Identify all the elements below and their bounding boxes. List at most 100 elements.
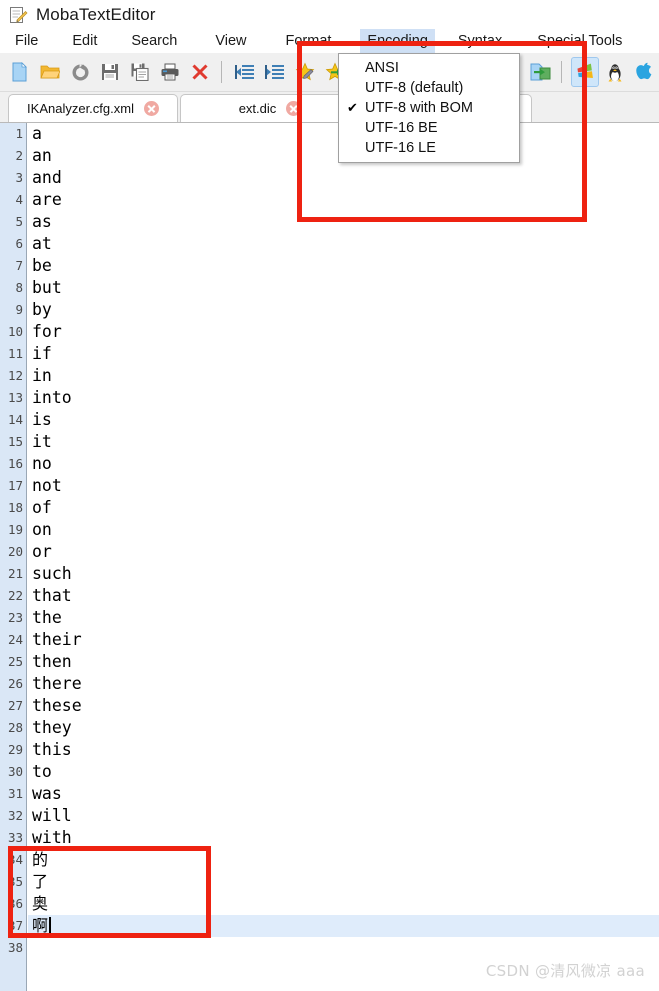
line-text: on [32, 520, 52, 539]
line-number: 28 [7, 720, 23, 735]
editor-line[interactable]: 18 of [8, 497, 659, 519]
encoding-option-ansi[interactable]: ANSI [339, 58, 519, 78]
encoding-option-utf-16-le[interactable]: UTF-16 LE [339, 138, 519, 158]
editor-line[interactable]: 29 this [8, 739, 659, 761]
encoding-option-utf-8-default[interactable]: UTF-8 (default) [339, 78, 519, 98]
editor-line[interactable]: 19 on [8, 519, 659, 541]
line-text: a [32, 124, 42, 143]
line-text: an [32, 146, 52, 165]
editor-line[interactable]: 31 was [8, 783, 659, 805]
line-number: 19 [7, 522, 23, 537]
close-icon[interactable] [143, 101, 159, 116]
menu-format[interactable]: Format [279, 29, 339, 53]
editor-line[interactable]: 14 is [8, 409, 659, 431]
line-text: be [32, 256, 52, 275]
editor-line[interactable]: 38 [8, 937, 659, 959]
text-editor[interactable]: 1 a 2 an 3 and 4 are 5 as 6 at 7 be 8 but 9 by 10 for 11 if 12… [0, 122, 659, 991]
editor-line[interactable]: 21 such [8, 563, 659, 585]
editor-line[interactable]: 8 but [15, 277, 659, 299]
line-text: this [32, 740, 72, 759]
line-text: their [32, 630, 82, 649]
line-text: these [32, 696, 82, 715]
editor-line[interactable]: 7 be [15, 255, 659, 277]
editor-line[interactable]: 11 if [8, 343, 659, 365]
menu-syntax[interactable]: Syntax [451, 29, 509, 53]
editor-line[interactable]: 5 as [15, 211, 659, 233]
line-number: 24 [7, 632, 23, 647]
line-number: 2 [15, 148, 23, 163]
line-text: are [32, 190, 62, 209]
editor-line[interactable]: 37 啊 [8, 915, 659, 937]
tab-ikanalyzer-cfg-xml[interactable]: IKAnalyzer.cfg.xml [8, 94, 178, 122]
editor-line[interactable]: 20 or [8, 541, 659, 563]
close-x-icon[interactable] [186, 57, 214, 87]
tab-label: IKAnalyzer.cfg.xml [27, 101, 134, 116]
menu-edit[interactable]: Edit [65, 29, 104, 53]
new-file-icon[interactable] [6, 57, 34, 87]
menu-encoding[interactable]: Encoding [360, 29, 435, 53]
line-text: no [32, 454, 52, 473]
editor-line[interactable]: 24 their [8, 629, 659, 651]
line-text: into [32, 388, 72, 407]
reload-icon[interactable] [66, 57, 94, 87]
line-number: 9 [15, 302, 23, 317]
editor-line[interactable]: 32 will [8, 805, 659, 827]
line-text: not [32, 476, 62, 495]
line-number: 32 [7, 808, 23, 823]
editor-line[interactable]: 25 then [8, 651, 659, 673]
encoding-option-utf-8-with-bom[interactable]: ✔ UTF-8 with BOM [339, 98, 519, 118]
tab-ext-dic[interactable]: ext.dic [180, 94, 360, 122]
line-text: as [32, 212, 52, 231]
toolbar-separator [561, 61, 562, 83]
editor-line[interactable]: 30 to [8, 761, 659, 783]
save-as-icon[interactable] [126, 57, 154, 87]
linux-format-icon[interactable] [601, 57, 629, 87]
bookmark-star-icon[interactable] [291, 57, 319, 87]
editor-line[interactable]: 12 in [8, 365, 659, 387]
line-text: they [32, 718, 72, 737]
editor-line[interactable]: 9 by [15, 299, 659, 321]
line-number: 6 [15, 236, 23, 251]
open-folder-icon[interactable] [36, 57, 64, 87]
editor-line[interactable]: 13 into [8, 387, 659, 409]
tab-label: ext.dic [238, 101, 277, 116]
outdent-icon[interactable] [231, 57, 259, 87]
menu-view[interactable]: View [208, 29, 253, 53]
editor-line[interactable]: 16 no [8, 453, 659, 475]
editor-line[interactable]: 27 these [8, 695, 659, 717]
editor-line[interactable]: 28 they [8, 717, 659, 739]
menu-search[interactable]: Search [124, 29, 184, 53]
editor-line[interactable]: 33 with [8, 827, 659, 849]
encoding-dropdown-menu[interactable]: ANSI UTF-8 (default) ✔ UTF-8 with BOM UTF-16… [338, 53, 520, 163]
editor-line[interactable]: 10 for [8, 321, 659, 343]
line-text: and [32, 168, 62, 187]
line-text: was [32, 784, 62, 803]
editor-line[interactable]: 34 的 [8, 849, 659, 871]
line-text: to [32, 762, 52, 781]
editor-line[interactable]: 36 奥 [8, 893, 659, 915]
line-number: 10 [7, 324, 23, 339]
encoding-option-utf-16-be[interactable]: UTF-16 BE [339, 118, 519, 138]
menu-special-tools[interactable]: Special Tools [530, 29, 629, 53]
mac-format-icon[interactable] [631, 57, 659, 87]
save-icon[interactable] [96, 57, 124, 87]
editor-line[interactable]: 17 not [8, 475, 659, 497]
menu-file[interactable]: File [8, 29, 45, 53]
editor-line[interactable]: 26 there [8, 673, 659, 695]
line-number: 1 [15, 126, 23, 141]
editor-line[interactable]: 22 that [8, 585, 659, 607]
editor-line[interactable]: 6 at [15, 233, 659, 255]
editor-line[interactable]: 35 了 [8, 871, 659, 893]
close-icon[interactable] [286, 101, 302, 116]
indent-icon[interactable] [261, 57, 289, 87]
windows-format-icon[interactable] [571, 57, 599, 87]
line-number: 4 [15, 192, 23, 207]
editor-line[interactable]: 15 it [8, 431, 659, 453]
code-area[interactable]: 1 a 2 an 3 and 4 are 5 as 6 at 7 be 8 but 9 by 10 for 11 if 12… [8, 123, 659, 991]
editor-line[interactable]: 4 are [15, 189, 659, 211]
page-right-icon[interactable] [526, 57, 554, 87]
print-icon[interactable] [156, 57, 184, 87]
editor-line[interactable]: 3 and [15, 167, 659, 189]
editor-line[interactable]: 23 the [8, 607, 659, 629]
line-number: 35 [7, 874, 23, 889]
